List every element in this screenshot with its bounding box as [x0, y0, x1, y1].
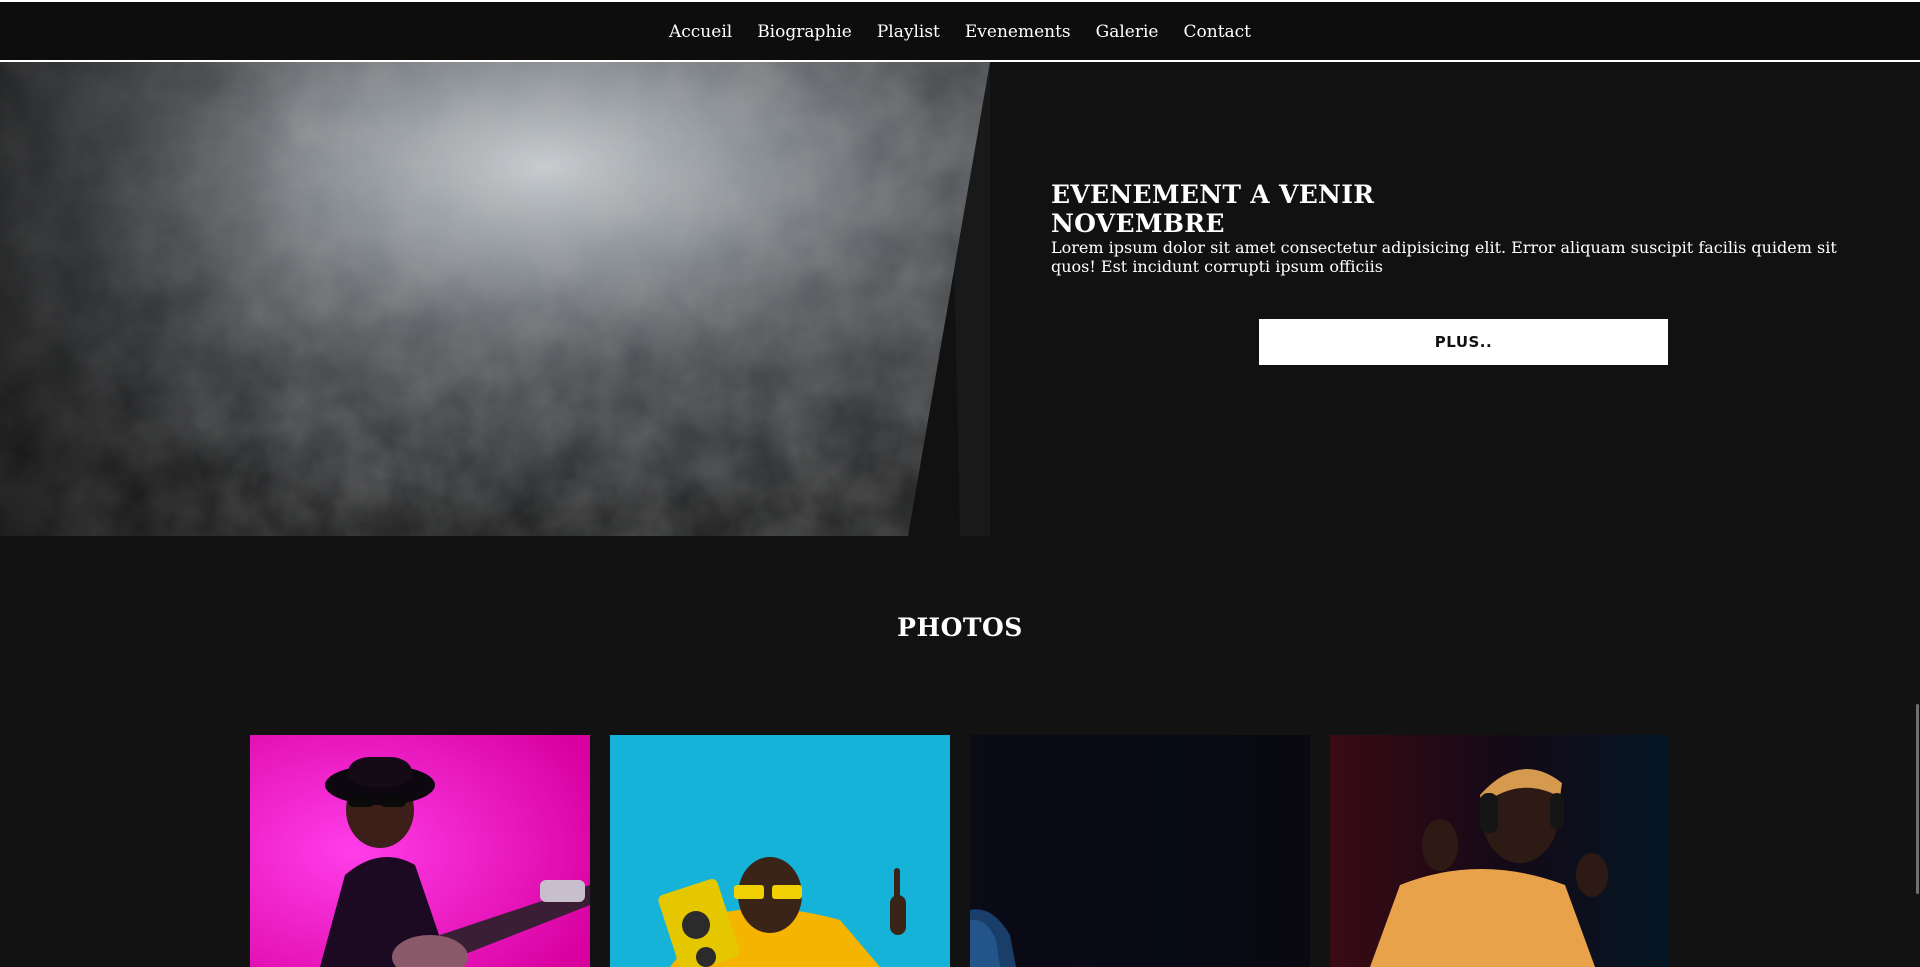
event-text-block: EVENEMENT A VENIR NOVEMBRE Lorem ipsum d… [1051, 180, 1851, 276]
nav-link-evenements[interactable]: Evenements [965, 22, 1071, 42]
gallery-photo-headphones[interactable] [1330, 735, 1670, 967]
event-title-line-1: EVENEMENT A VENIR [1051, 180, 1375, 209]
gallery-photo-boombox[interactable] [610, 735, 950, 967]
nav-link-playlist[interactable]: Playlist [877, 22, 940, 42]
nav-link-contact[interactable]: Contact [1184, 22, 1252, 42]
event-title-line-2: NOVEMBRE [1051, 209, 1225, 238]
concrete-texture-image [0, 62, 990, 536]
gallery-photo-guitarist[interactable] [250, 735, 590, 967]
top-navigation: Accueil Biographie Playlist Evenements G… [0, 0, 1920, 62]
upcoming-event-section: EVENEMENT A VENIR NOVEMBRE Lorem ipsum d… [0, 62, 1920, 536]
nav-link-galerie[interactable]: Galerie [1096, 22, 1159, 42]
event-description: Lorem ipsum dolor sit amet consectetur a… [1051, 238, 1837, 276]
dark-portrait-image [970, 735, 1310, 967]
nav-link-accueil[interactable]: Accueil [669, 22, 732, 42]
event-title: EVENEMENT A VENIR NOVEMBRE [1051, 180, 1851, 238]
event-background-image [0, 62, 990, 536]
photos-title: PHOTOS [897, 613, 1023, 642]
headphones-man-image [1330, 735, 1670, 967]
scrollbar[interactable] [1915, 62, 1920, 967]
more-button[interactable]: PLUS.. [1259, 319, 1668, 365]
guitarist-image [250, 735, 590, 967]
scrollbar-thumb[interactable] [1916, 704, 1919, 894]
gallery-photo-dark[interactable] [970, 735, 1310, 967]
photo-gallery [250, 735, 1670, 967]
boombox-man-image [610, 735, 950, 967]
nav-menu: Accueil Biographie Playlist Evenements G… [0, 20, 1920, 44]
nav-link-biographie[interactable]: Biographie [757, 22, 852, 42]
